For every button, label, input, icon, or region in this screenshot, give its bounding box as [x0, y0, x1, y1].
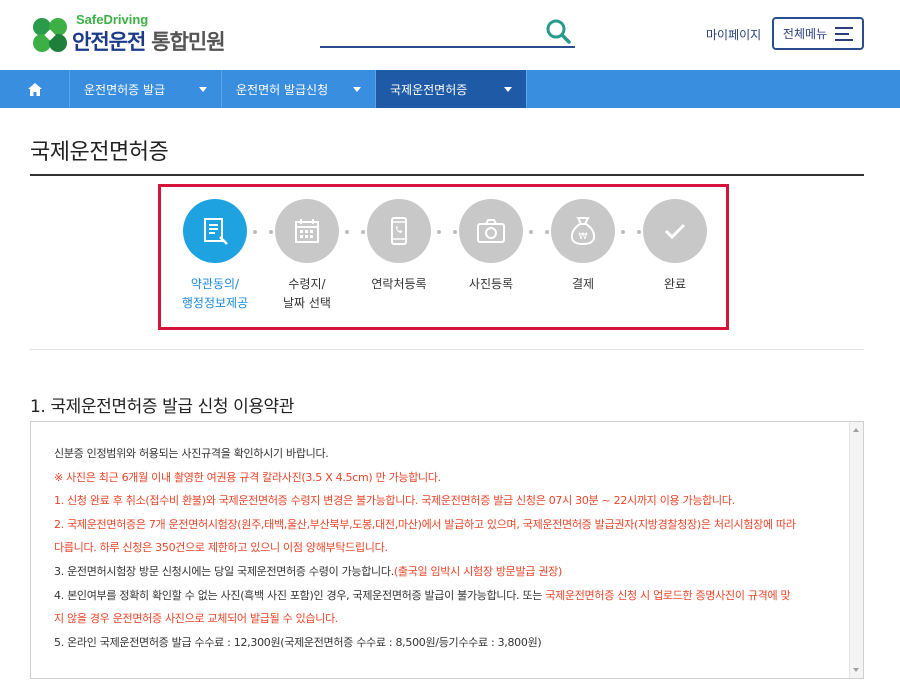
- check-icon: [643, 199, 707, 263]
- caret-down-icon: [504, 86, 512, 92]
- nav-item-license-issue[interactable]: 운전면허증 발급: [70, 70, 222, 108]
- search-input[interactable]: [320, 16, 575, 48]
- step-receipt-date: 수령지/ 날짜 선택: [262, 199, 352, 313]
- logo-clover-icon: [30, 15, 70, 55]
- terms-item-4-text: 4. 본인여부를 정확히 확인할 수 없는 사진(흑백 사진 포함)인 경우, …: [54, 588, 546, 602]
- step-label-line1: 수령지/: [288, 277, 326, 291]
- step-label-line1: 연락처등록: [371, 277, 427, 291]
- all-menu-button[interactable]: 전체메뉴: [772, 17, 864, 50]
- phone-icon: [367, 199, 431, 263]
- step-label-line1: 사진등록: [468, 277, 514, 291]
- search-icon[interactable]: [545, 18, 571, 44]
- title-divider: [30, 174, 864, 176]
- step-label-line1: 완료: [663, 277, 687, 291]
- terms-item-3-text: 3. 운전면허시험장 방문 신청시에는 당일 국제운전면허증 수령이 가능합니다…: [54, 564, 394, 578]
- step-label-line2: 날짜 선택: [283, 296, 331, 310]
- page-title: 국제운전면허증: [30, 140, 169, 165]
- calendar-icon: [275, 199, 339, 263]
- camera-icon: [459, 199, 523, 263]
- terms-scrollbar[interactable]: [849, 422, 863, 678]
- step-label-line1: 결제: [571, 277, 595, 291]
- hamburger-icon: [835, 26, 854, 41]
- nav-item-label: 운전면허 발급신청: [236, 82, 329, 97]
- step-contact: 연락처등록: [354, 199, 444, 294]
- logo-text: SafeDriving 안전운전 통합민원: [72, 12, 226, 56]
- nav-item-label: 운전면허증 발급: [84, 82, 166, 97]
- terms-item-4-note: 국제운전면허증 신청 시 업로드한 증명사진이 규격에 맞: [545, 588, 791, 602]
- scroll-down-icon[interactable]: [853, 668, 859, 672]
- nav-item-international-license[interactable]: 국제운전면허증: [376, 70, 527, 108]
- step-payment: ₩ 결제: [538, 199, 628, 294]
- svg-text:₩: ₩: [579, 232, 588, 242]
- terms-item-4a: 4. 본인여부를 정확히 확인할 수 없는 사진(흑백 사진 포함)인 경우, …: [54, 584, 844, 608]
- caret-down-icon: [199, 86, 207, 92]
- logo-english: SafeDriving: [76, 12, 149, 27]
- terms-item-1: 1. 신청 완료 후 취소(접수비 환불)와 국제운전면허증 수령지 변경은 불…: [54, 494, 735, 508]
- caret-down-icon: [353, 86, 361, 92]
- site-logo[interactable]: SafeDriving 안전운전 통합민원: [30, 12, 226, 56]
- terms-item-2b: 다릅니다. 하루 신청은 350건으로 제한하고 있으니 이점 양해부탁드립니다…: [54, 541, 388, 555]
- nav-item-license-apply[interactable]: 운전면허 발급신청: [222, 70, 376, 108]
- site-header: SafeDriving 안전운전 통합민원 마이페이지 전체메뉴: [0, 0, 900, 70]
- nav-item-label: 국제운전면허증: [390, 82, 468, 97]
- step-complete: 완료: [630, 199, 720, 294]
- logo-main-text: 안전운전: [72, 30, 146, 54]
- terms-item-3: 3. 운전면허시험장 방문 신청시에는 당일 국제운전면허증 수령이 가능합니다…: [54, 560, 844, 584]
- terms-photo-notice: ※ 사진은 최근 6개월 이내 촬영한 여권용 규격 칼라사진(3.5 X 4.…: [54, 470, 441, 484]
- terms-content: 신분증 인정범위와 허용되는 사진규격을 확인하시기 바랍니다. ※ 사진은 최…: [54, 442, 844, 654]
- step-label-line2: 행정정보제공: [181, 296, 249, 310]
- home-button[interactable]: [0, 70, 70, 108]
- money-bag-icon: ₩: [551, 199, 615, 263]
- all-menu-label: 전체메뉴: [782, 27, 828, 41]
- home-icon: [27, 82, 42, 96]
- section-divider: [30, 349, 864, 350]
- step-terms: 약관동의/ 행정정보제공: [170, 199, 260, 313]
- terms-heading: 1. 국제운전면허증 발급 신청 이용약관: [30, 397, 295, 417]
- terms-item-4b: 지 않을 경우 운전면허증 사진으로 교체되어 발급될 수 있습니다.: [54, 612, 339, 626]
- terms-item-2a: 2. 국제운전면허증은 7개 운전면허시험장(원주,태백,울산,부산북부,도봉,…: [54, 517, 796, 531]
- terms-item-5: 5. 온라인 국제운전면허증 발급 수수료 : 12,300원(국제운전면허증 …: [54, 635, 542, 649]
- breadcrumb-nav: 운전면허증 발급 운전면허 발급신청 국제운전면허증: [0, 70, 900, 108]
- scroll-up-icon[interactable]: [853, 428, 859, 432]
- terms-scroll-box[interactable]: 신분증 인정범위와 허용되는 사진규격을 확인하시기 바랍니다. ※ 사진은 최…: [30, 421, 864, 679]
- document-pen-icon: [183, 199, 247, 263]
- step-label-line1: 약관동의/: [190, 277, 240, 291]
- terms-intro: 신분증 인정범위와 허용되는 사진규격을 확인하시기 바랍니다.: [54, 447, 329, 460]
- step-photo: 사진등록: [446, 199, 536, 294]
- logo-sub-text: 통합민원: [151, 30, 225, 54]
- progress-steps: 약관동의/ 행정정보제공 수령지/ 날짜 선택 연락처등록 사진등록 ₩ 결제 …: [158, 184, 729, 330]
- terms-item-3-note: (출국일 임박시 시험장 방문발급 권장): [393, 564, 562, 578]
- mypage-link[interactable]: 마이페이지: [706, 26, 761, 43]
